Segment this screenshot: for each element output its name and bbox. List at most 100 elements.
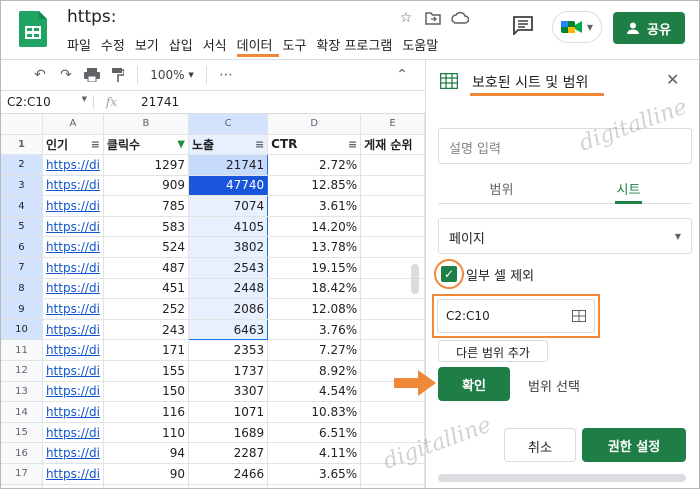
column-header-c[interactable]: C [188, 114, 269, 135]
ctr-cell[interactable]: 6.25% [267, 484, 362, 488]
clicks-cell[interactable]: 90 [103, 463, 190, 485]
impressions-cell[interactable]: 6463 [187, 319, 269, 341]
url-cell[interactable]: https://di [42, 298, 104, 320]
cancel-button[interactable]: 취소 [504, 428, 576, 462]
ctr-cell[interactable]: 6.51% [267, 422, 362, 444]
formula-input[interactable]: 21741 [129, 95, 179, 109]
position-cell[interactable] [360, 401, 425, 423]
clicks-cell[interactable]: 94 [103, 442, 190, 464]
menu-insert[interactable]: 삽입 [169, 35, 199, 57]
url-cell[interactable]: https://di [42, 381, 104, 403]
row-header[interactable]: 5 [1, 216, 43, 238]
position-cell[interactable] [360, 175, 425, 197]
tab-range[interactable]: 범위 [438, 172, 565, 203]
clicks-cell[interactable]: 451 [103, 278, 190, 300]
menu-file[interactable]: 파일 [67, 35, 97, 57]
position-cell[interactable] [360, 236, 425, 259]
url-cell[interactable]: https://di [42, 442, 104, 464]
impressions-cell[interactable]: 7074 [187, 195, 269, 217]
impressions-cell[interactable]: 2353 [188, 339, 269, 362]
impressions-cell[interactable]: 2466 [188, 463, 269, 485]
document-title[interactable]: https: [67, 7, 116, 27]
clicks-cell[interactable]: 171 [103, 339, 190, 362]
share-button[interactable]: 공유 [613, 12, 685, 44]
position-cell[interactable] [360, 154, 425, 176]
ctr-cell[interactable]: 12.85% [267, 175, 362, 197]
select-range-grid-icon[interactable] [572, 310, 586, 322]
header-cell-popular[interactable]: 인기 ≡ [42, 134, 104, 156]
url-cell[interactable]: https://di [42, 257, 104, 279]
exclude-cells-label[interactable]: 일부 셀 제외 [466, 265, 534, 284]
select-all-corner[interactable] [1, 114, 43, 135]
clicks-cell[interactable]: 487 [103, 257, 190, 279]
row-header[interactable]: 7 [1, 257, 43, 279]
exclude-cells-checkbox[interactable]: ✓ [441, 266, 457, 282]
header-cell-impressions[interactable]: 노출 ≡ [188, 134, 269, 156]
row-header[interactable]: 16 [1, 442, 43, 464]
url-cell[interactable]: https://di [42, 422, 104, 444]
spreadsheet-grid[interactable]: A B C D E 1 인기 ≡ 클릭수 ▼ 노출 ≡ CTR ≡ 게재 순위 2 htt… [1, 114, 425, 488]
row-header[interactable]: 6 [1, 236, 43, 259]
impressions-cell[interactable]: 2543 [187, 257, 269, 279]
cloud-status-icon[interactable] [451, 9, 469, 27]
clicks-cell[interactable]: 252 [103, 298, 190, 320]
redo-icon[interactable]: ↷ [53, 63, 79, 87]
print-icon[interactable] [79, 63, 105, 87]
impressions-cell[interactable]: 47740 [187, 175, 269, 197]
ctr-cell[interactable]: 10.83% [267, 401, 362, 423]
clicks-cell[interactable]: 110 [103, 422, 190, 444]
position-cell[interactable] [360, 216, 425, 238]
url-cell[interactable]: https://di [42, 175, 104, 197]
row-header[interactable]: 12 [1, 360, 43, 382]
clicks-cell[interactable]: 89 [103, 484, 190, 488]
url-cell[interactable]: https://di [42, 278, 104, 300]
row-header[interactable]: 18 [1, 484, 43, 488]
clicks-cell[interactable]: 1297 [103, 154, 190, 176]
ctr-cell[interactable]: 4.54% [267, 381, 362, 403]
star-icon[interactable]: ☆ [397, 9, 415, 27]
impressions-cell[interactable]: 2287 [188, 442, 269, 464]
impressions-cell[interactable]: 2448 [187, 278, 269, 300]
url-cell[interactable]: https://di [42, 195, 104, 217]
impressions-cell[interactable]: 3307 [188, 381, 269, 403]
name-box[interactable]: C2:C10 ▼ [1, 95, 93, 109]
url-cell[interactable]: https://di [42, 463, 104, 485]
clicks-cell[interactable]: 524 [103, 236, 190, 259]
meet-button[interactable]: ▼ [552, 11, 602, 43]
vertical-scrollbar[interactable] [411, 264, 419, 294]
confirm-button[interactable]: 확인 [438, 367, 510, 401]
row-header[interactable]: 9 [1, 298, 43, 320]
menu-format[interactable]: 서식 [203, 35, 233, 57]
ctr-cell[interactable]: 3.76% [267, 319, 362, 341]
clicks-cell[interactable]: 116 [103, 401, 190, 423]
filter-icon[interactable]: ≡ [91, 138, 100, 151]
sheets-logo-icon[interactable] [19, 11, 47, 47]
position-cell[interactable] [360, 298, 425, 320]
impressions-cell[interactable]: 1425 [188, 484, 269, 488]
menu-help[interactable]: 도움말 [402, 35, 444, 57]
url-cell[interactable]: https://di [42, 401, 104, 423]
impressions-cell[interactable]: 21741 [187, 154, 269, 176]
filter-icon[interactable]: ≡ [348, 138, 357, 151]
range-input[interactable]: C2:C10 [437, 299, 595, 333]
row-header[interactable]: 2 [1, 154, 43, 176]
undo-icon[interactable]: ↶ [27, 63, 53, 87]
ctr-cell[interactable]: 8.92% [267, 360, 362, 382]
menu-view[interactable]: 보기 [135, 35, 165, 57]
ctr-cell[interactable]: 2.72% [267, 154, 362, 176]
row-header[interactable]: 17 [1, 463, 43, 485]
url-cell[interactable]: https://di [42, 236, 104, 259]
impressions-cell[interactable]: 3802 [187, 236, 269, 259]
comment-icon[interactable] [512, 15, 534, 35]
menu-data[interactable]: 데이터 [236, 35, 279, 57]
menu-tools[interactable]: 도구 [283, 35, 313, 57]
header-cell-position[interactable]: 게재 순위 [360, 134, 425, 156]
row-header[interactable]: 11 [1, 339, 43, 362]
position-cell[interactable] [360, 339, 425, 362]
row-header[interactable]: 8 [1, 278, 43, 300]
url-cell[interactable]: https://di [42, 154, 104, 176]
filter-active-icon[interactable]: ▼ [177, 139, 185, 150]
row-header[interactable]: 10 [1, 319, 43, 341]
url-cell[interactable]: https://di [42, 484, 104, 488]
url-cell[interactable]: https://di [42, 339, 104, 362]
